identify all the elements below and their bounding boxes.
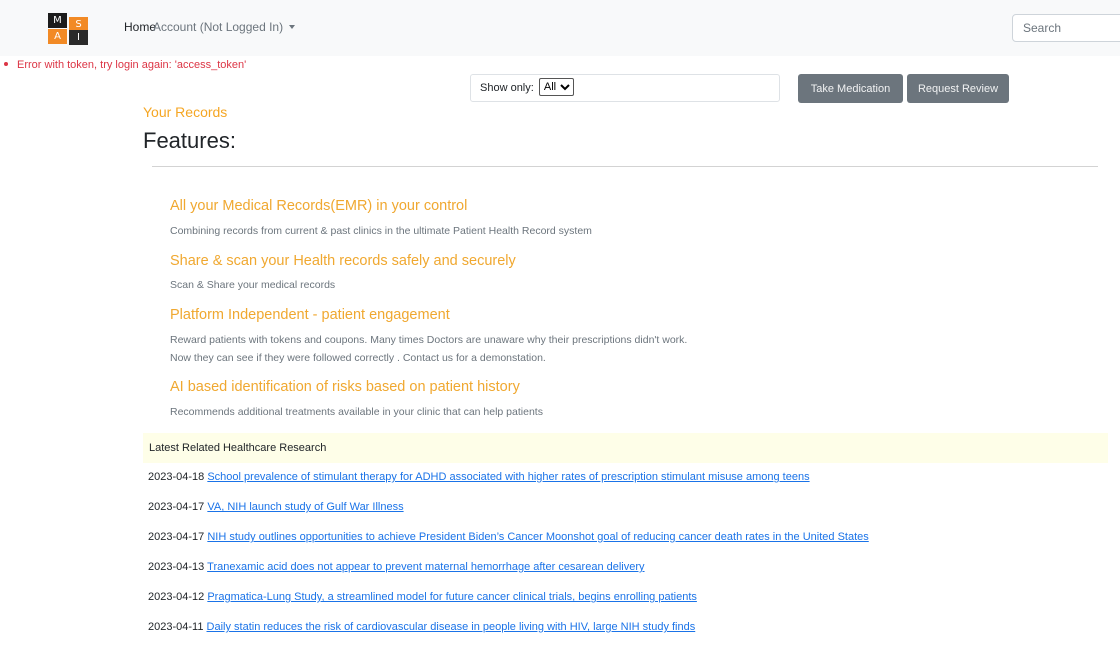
filter-label: Show only: [480,82,534,94]
feature-title: All your Medical Records(EMR) in your co… [170,198,468,214]
error-text: Error with token, try login again: 'acce… [17,59,247,71]
research-link[interactable]: VA, NIH launch study of Gulf War Illness [207,501,403,513]
caret-down-icon [289,25,296,29]
logo-letter-a: A [48,29,67,44]
nav-home-link[interactable]: Home [124,20,156,34]
feature-title: Platform Independent - patient engagemen… [170,307,450,323]
request-review-button[interactable]: Request Review [907,74,1009,103]
logo-letter-m: M [48,13,67,28]
msai-logo[interactable]: M S A I [48,12,90,45]
research-date: 2023-04-17 [148,531,205,543]
feature-description: Recommends additional treatments availab… [170,406,543,418]
research-date: 2023-04-12 [148,591,205,603]
bullet-icon [4,62,8,67]
research-date: 2023-04-11 [148,621,204,633]
feature-description: Reward patients with tokens and coupons.… [170,334,688,346]
research-item: 2023-04-12 Pragmatica-Lung Study, a stre… [148,591,697,603]
research-date: 2023-04-17 [148,501,205,513]
your-records-link[interactable]: Your Records [143,104,227,120]
research-date: 2023-04-18 [148,471,205,483]
search-input[interactable] [1012,14,1120,42]
research-item: 2023-04-11 Daily statin reduces the risk… [148,621,695,633]
take-medication-button[interactable]: Take Medication [798,74,903,103]
logo-letter-i: I [69,30,88,45]
research-item: 2023-04-18 School prevalence of stimulan… [148,471,810,483]
feature-description: Combining records from current & past cl… [170,225,592,237]
divider [152,166,1098,167]
feature-description: Now they can see if they were followed c… [170,352,546,364]
research-link[interactable]: NIH study outlines opportunities to achi… [207,531,868,543]
research-item: 2023-04-17 NIH study outlines opportunit… [148,531,869,543]
research-link[interactable]: Daily statin reduces the risk of cardiov… [207,621,696,633]
features-heading: Features: [143,128,236,153]
feature-description: Scan & Share your medical records [170,279,336,291]
account-dropdown-label: Account (Not Logged In) [153,20,284,34]
navbar: M S A I Home Account (Not Logged In) [0,0,1120,56]
research-link[interactable]: School prevalence of stimulant therapy f… [207,471,809,483]
account-dropdown[interactable]: Account (Not Logged In) [153,20,296,34]
research-link[interactable]: Tranexamic acid does not appear to preve… [207,561,644,573]
error-message: Error with token, try login again: 'acce… [0,59,246,71]
research-link[interactable]: Pragmatica-Lung Study, a streamlined mod… [207,591,697,603]
filter-box: Show only: All [470,74,780,102]
research-header: Latest Related Healthcare Research [143,433,1108,463]
research-item: 2023-04-17 VA, NIH launch study of Gulf … [148,501,404,513]
research-item: 2023-04-13 Tranexamic acid does not appe… [148,561,645,573]
filter-select[interactable]: All [538,78,574,96]
feature-title: Share & scan your Health records safely … [170,253,516,269]
feature-title: AI based identification of risks based o… [170,379,520,395]
research-date: 2023-04-13 [148,561,205,573]
